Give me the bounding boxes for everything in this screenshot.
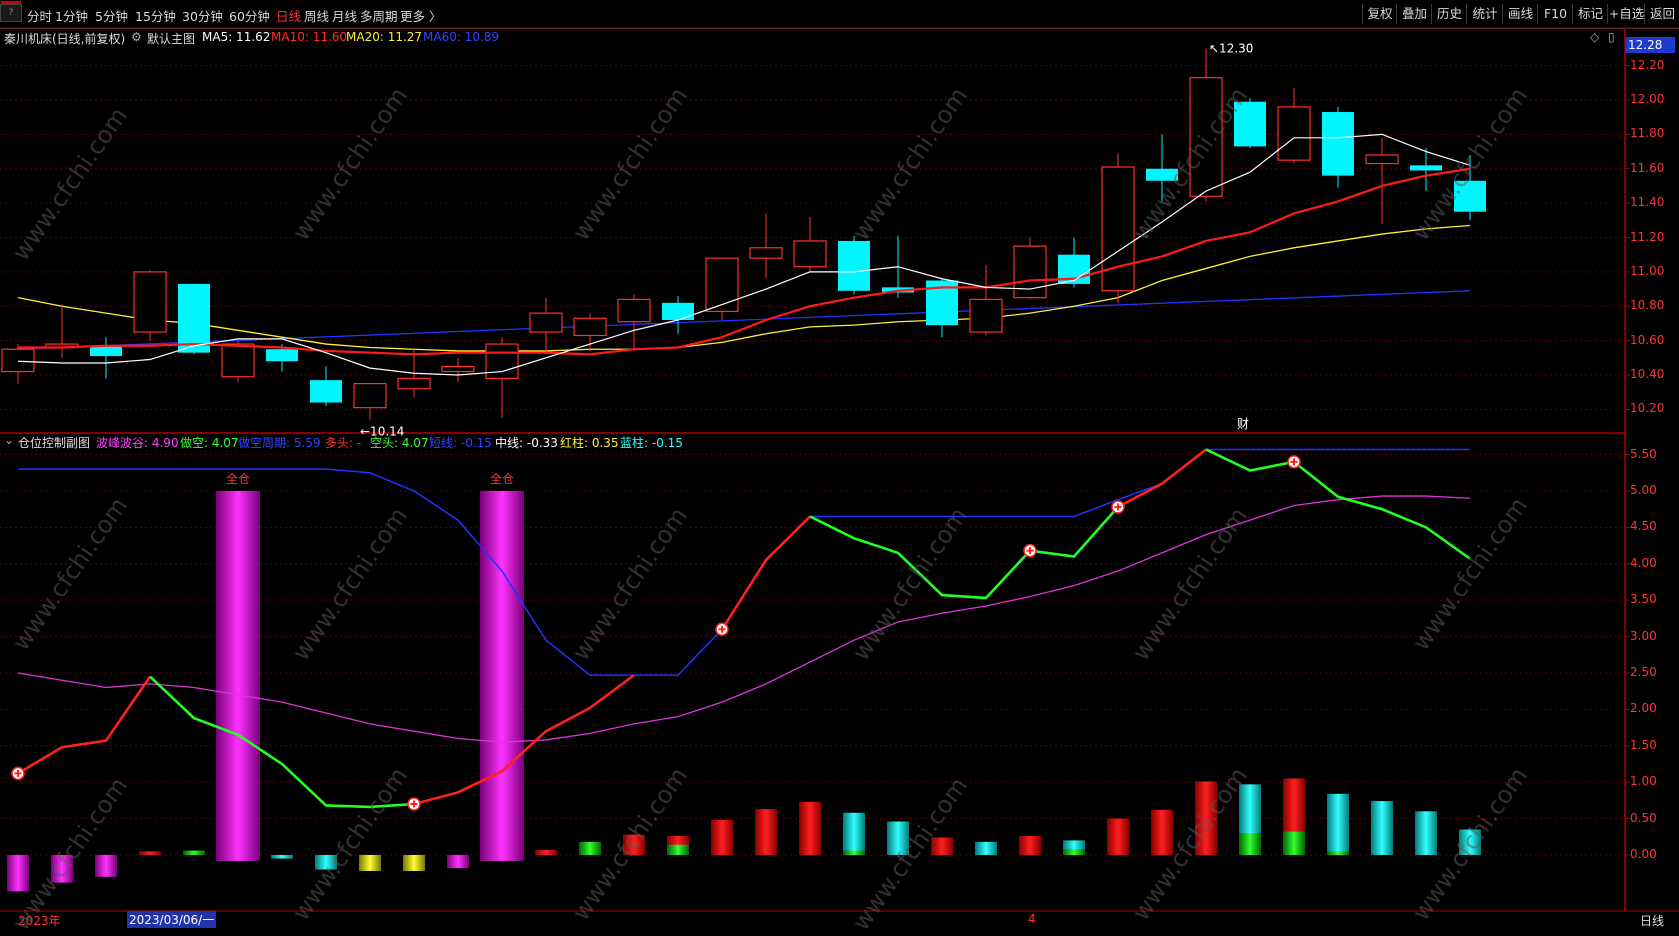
y-axis-label: 10.80 — [1630, 298, 1665, 313]
sub-bar — [975, 841, 997, 855]
candle-body-up — [749, 247, 783, 259]
sub-bar — [183, 850, 205, 855]
sub-bar — [1415, 811, 1437, 855]
sub-bar — [403, 854, 425, 871]
sub-bar — [535, 849, 557, 855]
candle-body-down — [178, 283, 210, 353]
sub-bar-overlay — [1239, 833, 1261, 855]
candle-body-up — [441, 365, 475, 373]
full-position-bar — [480, 490, 524, 861]
chart-canvas[interactable]: ↖12.30 ←10.14 财全仓 全仓 — [0, 0, 1679, 927]
sub-y-axis-label: 0.00 — [1630, 846, 1657, 861]
sub-y-axis-label: 0.50 — [1630, 810, 1657, 825]
y-axis-label: 11.00 — [1630, 263, 1665, 278]
y-axis-label: 12.00 — [1630, 92, 1665, 106]
y-axis-label: 11.20 — [1630, 229, 1665, 244]
full-position-label: 全仓 — [226, 471, 250, 486]
sub-bar — [1327, 793, 1349, 855]
low-price-annotation: ←10.14 — [360, 425, 404, 439]
candle-body-up — [485, 343, 519, 380]
candle-body-down — [662, 302, 694, 320]
y-axis-label: 11.60 — [1630, 160, 1665, 175]
sub-bar — [843, 812, 865, 855]
period-label: 日线 — [1640, 914, 1665, 928]
sub-y-axis-label: 4.50 — [1630, 519, 1657, 534]
candle-body-up — [1013, 245, 1047, 299]
candle-body-up — [529, 312, 563, 333]
y-axis-label: 11.80 — [1630, 126, 1665, 141]
sub-y-axis-label: 3.50 — [1630, 592, 1657, 607]
sub-y-axis-label: 2.50 — [1630, 664, 1657, 679]
y-axis-label: 10.20 — [1630, 401, 1665, 416]
date-cursor-label: 2023/03/06/一 — [127, 911, 217, 928]
ma10-line — [18, 167, 1471, 356]
candle-body-up — [793, 240, 827, 268]
candle-body-up — [705, 257, 739, 313]
finance-marker: 财 — [1237, 417, 1249, 431]
sub-bar-overlay — [1063, 849, 1085, 855]
candle-body-up — [221, 343, 255, 378]
candle-body-down — [90, 345, 122, 357]
sub-bar — [359, 854, 381, 871]
y-axis-label: 10.60 — [1630, 332, 1665, 347]
ma60-line — [17, 290, 1471, 350]
sub-bar — [1107, 818, 1129, 855]
sub-y-axis-label: 1.50 — [1630, 737, 1657, 752]
ma20-line — [17, 224, 1471, 352]
sub-y-axis-label: 4.00 — [1630, 555, 1657, 570]
candle-body-up — [1, 348, 35, 373]
sub-bar — [139, 851, 161, 855]
sub-bar — [271, 854, 293, 859]
candle-body-down — [266, 349, 298, 362]
sub-y-axis-label: 2.00 — [1630, 701, 1657, 716]
sub-bar — [447, 854, 469, 869]
sub-bar-overlay — [1327, 851, 1349, 855]
sub-y-axis-label: 1.00 — [1630, 774, 1657, 789]
candle-body-up — [573, 317, 607, 337]
sub-bar — [579, 841, 601, 855]
y-axis-label: 12.20 — [1630, 57, 1665, 72]
month-marker: 4 — [1028, 912, 1036, 926]
short-line — [1205, 448, 1471, 560]
sub-y-axis-label: 5.00 — [1630, 482, 1657, 497]
y-axis-label: 11.40 — [1630, 195, 1665, 210]
candle-body-up — [353, 382, 387, 409]
sub-bar — [1371, 801, 1393, 855]
candle-body-down — [310, 380, 342, 403]
candle-body-up — [1277, 106, 1311, 161]
sub-bar — [95, 854, 117, 877]
sub-bar-overlay — [843, 850, 865, 855]
sub-bar — [7, 854, 29, 892]
sub-bar-overlay — [667, 844, 689, 855]
sub-bar — [799, 801, 821, 855]
sub-bar — [1019, 836, 1041, 855]
long-line — [17, 675, 152, 775]
high-price-annotation: ↖12.30 — [1209, 41, 1253, 55]
candle-body-up — [617, 298, 651, 323]
long-line — [720, 515, 811, 630]
full-position-label: 全仓 — [490, 471, 514, 486]
candle-body-up — [969, 298, 1003, 333]
candle-body-down — [838, 240, 870, 291]
candle-body-up — [1365, 154, 1399, 165]
candle-body-up — [397, 377, 431, 390]
sub-y-axis-label: 5.50 — [1630, 446, 1657, 461]
sub-y-axis-label: 3.00 — [1630, 628, 1657, 643]
candle-body-up — [133, 271, 167, 333]
ma5-line — [17, 133, 1471, 376]
sub-bar — [711, 820, 733, 855]
y-axis-label: 10.40 — [1630, 367, 1665, 381]
sub-bar — [755, 809, 777, 855]
candle-body-down — [1322, 112, 1354, 176]
full-position-bar — [216, 490, 260, 861]
candle-body-down — [1410, 165, 1442, 171]
long-line — [1117, 448, 1207, 509]
sub-bar-overlay — [1283, 831, 1305, 855]
